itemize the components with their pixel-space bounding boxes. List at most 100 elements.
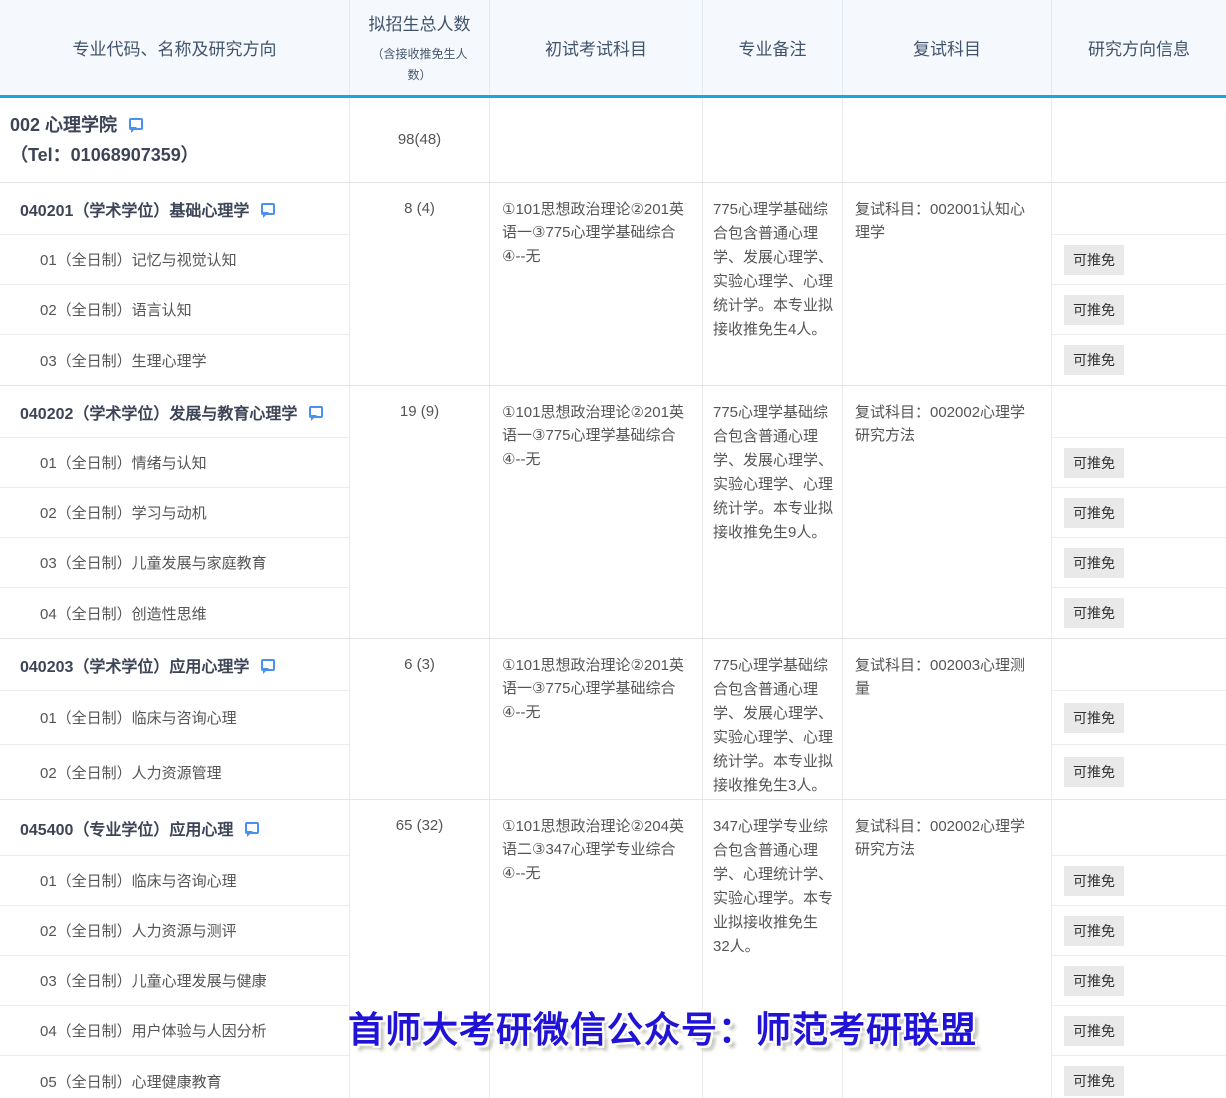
direction-info-cell: 可推免 [1052,906,1226,956]
exempt-admission-button[interactable]: 可推免 [1064,245,1124,275]
direction-row: 04（全日制）创造性思维 [0,588,349,638]
direction-label: 01（全日制）临床与咨询心理 [40,707,237,728]
direction-info-empty-cell [1052,800,1226,856]
section-total-count: 6 (3) [350,639,490,799]
col-header-major-label: 专业代码、名称及研究方向 [73,35,277,60]
direction-label: 02（全日制）人力资源与测评 [40,920,237,941]
college-tel: （Tel：01068907359） [10,141,339,171]
retest-subjects: 复试科目：002002心理学研究方法 [843,800,1052,1098]
major-title-row: 040201（学术学位）基础心理学 [0,183,349,235]
col-header-notes: 专业备注 [703,0,843,95]
exempt-admission-button[interactable]: 可推免 [1064,757,1124,787]
major-title-row: 040203（学术学位）应用心理学 [0,639,349,691]
col-header-major: 专业代码、名称及研究方向 [0,0,350,95]
direction-info-cell: 可推免 [1052,1006,1226,1056]
major-notes: 775心理学基础综合包含普通心理学、发展心理学、实验心理学、心理统计学。本专业拟… [703,639,843,799]
major-title-row: 040202（学术学位）发展与教育心理学 [0,386,349,438]
direction-info-cell: 可推免 [1052,588,1226,638]
direction-info-cell: 可推免 [1052,538,1226,588]
college-exam-cell-empty [490,98,703,182]
major-title: 040201（学术学位）基础心理学 [20,197,249,221]
comment-icon[interactable] [129,118,143,130]
col-header-retest-label: 复试科目 [913,35,981,60]
exempt-admission-button[interactable]: 可推免 [1064,548,1124,578]
exempt-admission-button[interactable]: 可推免 [1064,866,1124,896]
direction-info-cell: 可推免 [1052,438,1226,488]
col-header-quota: 拟招生总人数 （含接收推免生人数） [350,0,490,95]
major-section-045400: 045400（专业学位）应用心理 01（全日制）临床与咨询心理 02（全日制）人… [0,800,1226,1098]
exempt-admission-button[interactable]: 可推免 [1064,498,1124,528]
exempt-admission-button[interactable]: 可推免 [1064,916,1124,946]
exempt-admission-button[interactable]: 可推免 [1064,1066,1124,1096]
initial-exam-subjects: ①101思想政治理论②201英语一③775心理学基础综合④--无 [490,386,703,638]
col-header-notes-label: 专业备注 [739,35,807,60]
direction-info-cell: 可推免 [1052,956,1226,1006]
college-direction-cell-empty [1052,98,1226,182]
exempt-admission-button[interactable]: 可推免 [1064,295,1124,325]
direction-label: 01（全日制）临床与咨询心理 [40,870,237,891]
comment-icon[interactable] [261,659,275,671]
exempt-admission-button[interactable]: 可推免 [1064,966,1124,996]
exempt-admission-button[interactable]: 可推免 [1064,703,1124,733]
direction-info-empty-cell [1052,386,1226,438]
major-notes: 775心理学基础综合包含普通心理学、发展心理学、实验心理学、心理统计学。本专业拟… [703,183,843,385]
major-column: 045400（专业学位）应用心理 01（全日制）临床与咨询心理 02（全日制）人… [0,800,350,1098]
direction-row: 01（全日制）情绪与认知 [0,438,349,488]
direction-row: 02（全日制）学习与动机 [0,488,349,538]
col-header-exam-label: 初试考试科目 [545,35,647,60]
retest-subjects: 复试科目：002002心理学研究方法 [843,386,1052,638]
college-total-count: 98(48) [350,98,490,182]
col-header-exam: 初试考试科目 [490,0,703,95]
major-title: 040203（学术学位）应用心理学 [20,653,249,677]
col-header-retest: 复试科目 [843,0,1052,95]
direction-label: 02（全日制）语言认知 [40,299,192,320]
exempt-admission-button[interactable]: 可推免 [1064,448,1124,478]
col-header-quota-subnote: （含接收推免生人数） [364,44,476,85]
direction-row: 02（全日制）人力资源与测评 [0,906,349,956]
exempt-admission-button[interactable]: 可推免 [1064,598,1124,628]
direction-label: 03（全日制）儿童心理发展与健康 [40,970,267,991]
initial-exam-subjects: ①101思想政治理论②201英语一③775心理学基础综合④--无 [490,183,703,385]
major-column: 040202（学术学位）发展与教育心理学 01（全日制）情绪与认知 02（全日制… [0,386,350,638]
comment-icon[interactable] [261,203,275,215]
initial-exam-subjects: ①101思想政治理论②204英语二③347心理学专业综合④--无 [490,800,703,1098]
direction-info-cell: 可推免 [1052,856,1226,906]
direction-label: 03（全日制）生理心理学 [40,350,207,371]
college-name: 002 心理学院 [10,115,117,135]
major-title: 045400（专业学位）应用心理 [20,816,233,840]
direction-label: 01（全日制）记忆与视觉认知 [40,249,237,270]
direction-row: 01（全日制）临床与咨询心理 [0,856,349,906]
direction-info-column: 可推免 可推免 [1052,639,1226,799]
direction-info-cell: 可推免 [1052,745,1226,799]
direction-info-column: 可推免 可推免 可推免 可推免 [1052,386,1226,638]
college-title-cell: 002 心理学院 （Tel：01068907359） [0,98,350,182]
direction-info-column: 可推免 可推免 可推免 [1052,183,1226,385]
col-header-direction-info-label: 研究方向信息 [1088,35,1190,60]
table-header: 专业代码、名称及研究方向 拟招生总人数 （含接收推免生人数） 初试考试科目 专业… [0,0,1226,98]
admissions-table: 专业代码、名称及研究方向 拟招生总人数 （含接收推免生人数） 初试考试科目 专业… [0,0,1226,1098]
direction-label: 04（全日制）用户体验与人因分析 [40,1020,267,1041]
direction-info-cell: 可推免 [1052,285,1226,335]
direction-info-cell: 可推免 [1052,691,1226,745]
direction-row: 01（全日制）临床与咨询心理 [0,691,349,745]
direction-info-cell: 可推免 [1052,488,1226,538]
direction-row: 03（全日制）儿童心理发展与健康 [0,956,349,1006]
direction-info-empty-cell [1052,639,1226,691]
exempt-admission-button[interactable]: 可推免 [1064,1016,1124,1046]
col-header-quota-label: 拟招生总人数 [369,10,471,35]
retest-subjects: 复试科目：002003心理测量 [843,639,1052,799]
direction-row: 02（全日制）人力资源管理 [0,745,349,799]
major-title: 040202（学术学位）发展与教育心理学 [20,400,297,424]
college-row: 002 心理学院 （Tel：01068907359） 98(48) [0,98,1226,183]
direction-label: 03（全日制）儿童发展与家庭教育 [40,552,267,573]
direction-info-column: 可推免 可推免 可推免 可推免 可推免 [1052,800,1226,1098]
direction-row: 03（全日制）生理心理学 [0,335,349,385]
direction-row: 05（全日制）心理健康教育 [0,1056,349,1098]
initial-exam-subjects: ①101思想政治理论②201英语一③775心理学基础综合④--无 [490,639,703,799]
major-column: 040201（学术学位）基础心理学 01（全日制）记忆与视觉认知 02（全日制）… [0,183,350,385]
section-total-count: 19 (9) [350,386,490,638]
comment-icon[interactable] [309,406,323,418]
major-title-row: 045400（专业学位）应用心理 [0,800,349,856]
comment-icon[interactable] [245,822,259,834]
exempt-admission-button[interactable]: 可推免 [1064,345,1124,375]
